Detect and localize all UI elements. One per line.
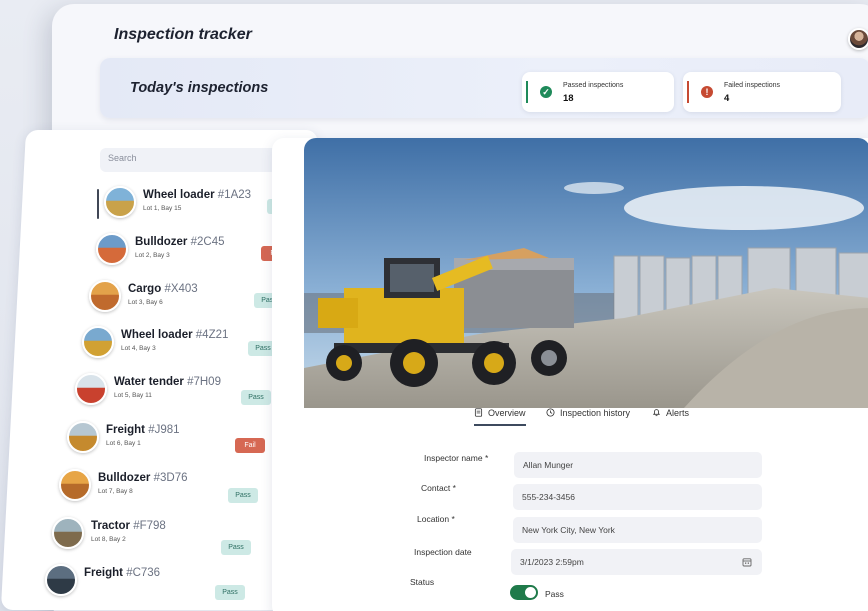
equipment-thumbnail <box>52 517 84 549</box>
tab-overview[interactable]: Overview <box>474 408 526 426</box>
banner-title: Today's inspections <box>130 80 269 96</box>
equipment-name: Bulldozer #3D76 <box>98 472 188 484</box>
equipment-id: #2C45 <box>190 236 225 248</box>
user-avatar[interactable] <box>848 28 868 50</box>
tab-overview-label: Overview <box>488 408 526 418</box>
equipment-id: #1A23 <box>217 189 252 201</box>
alert-circle-icon: ! <box>701 86 713 98</box>
inspector-name-field[interactable]: Allan Munger <box>514 452 762 478</box>
equipment-name: Wheel loader #4Z21 <box>121 329 229 341</box>
passed-accent-bar <box>526 81 528 103</box>
equipment-id: #J981 <box>148 424 180 436</box>
equipment-location: Lot 4, Bay 3 <box>121 345 156 352</box>
location-value: New York City, New York <box>522 525 615 535</box>
failed-label: Failed inspections <box>724 82 781 89</box>
inspector-name-label: Inspector name * <box>424 453 489 463</box>
status-badge: Pass <box>215 585 245 600</box>
equipment-name: Water tender #7H09 <box>114 376 221 388</box>
calendar-icon[interactable] <box>742 557 752 567</box>
equipment-name: Bulldozer #2C45 <box>135 236 225 248</box>
inspector-name-value: Allan Munger <box>523 460 574 470</box>
history-icon <box>546 408 555 417</box>
equipment-location: Lot 3, Bay 6 <box>128 299 163 306</box>
location-field[interactable]: New York City, New York <box>513 517 762 543</box>
failed-count: 4 <box>724 93 730 104</box>
tab-inspection-history-label: Inspection history <box>560 408 631 418</box>
status-toggle[interactable] <box>510 585 538 600</box>
equipment-thumbnail <box>75 373 107 405</box>
status-badge: Pass <box>241 390 271 405</box>
tab-alerts-label: Alerts <box>666 408 690 418</box>
equipment-thumbnail <box>96 233 128 265</box>
toggle-knob <box>525 587 536 598</box>
equipment-name: Wheel loader #1A23 <box>143 189 252 201</box>
passed-count: 18 <box>563 93 574 104</box>
passed-label: Passed inspections <box>563 82 624 89</box>
app-title: Inspection tracker <box>114 26 252 43</box>
equipment-id: #4Z21 <box>195 329 229 341</box>
equipment-thumbnail <box>82 326 114 358</box>
equipment-location: Lot 7, Bay 8 <box>98 488 133 495</box>
search-input[interactable] <box>108 153 268 163</box>
passed-inspections-card: ✓ Passed inspections 18 <box>522 72 674 112</box>
equipment-id: #C736 <box>126 567 161 579</box>
equipment-location: Lot 2, Bay 3 <box>135 252 170 259</box>
equipment-id: #3D76 <box>153 472 188 484</box>
status-label: Status <box>410 577 435 587</box>
equipment-thumbnail <box>67 421 99 453</box>
failed-accent-bar <box>687 81 689 103</box>
contact-field[interactable]: 555-234-3456 <box>513 484 762 510</box>
contact-label: Contact * <box>421 483 456 493</box>
equipment-location: Lot 5, Bay 11 <box>114 392 152 399</box>
tab-alerts[interactable]: Alerts <box>652 408 689 418</box>
contact-value: 555-234-3456 <box>522 492 575 502</box>
inspection-date-value: 3/1/2023 2:59pm <box>520 557 584 567</box>
check-circle-icon: ✓ <box>540 86 552 98</box>
equipment-thumbnail <box>89 280 121 312</box>
tab-inspection-history[interactable]: Inspection history <box>546 408 630 418</box>
equipment-id: #X403 <box>164 283 198 295</box>
equipment-thumbnail <box>45 564 77 596</box>
status-badge: Fail <box>235 438 265 453</box>
location-label: Location * <box>417 514 455 524</box>
equipment-name: Cargo #X403 <box>128 283 198 295</box>
equipment-photo <box>304 138 868 408</box>
status-badge: Pass <box>221 540 251 555</box>
equipment-name: Tractor #F798 <box>91 520 166 532</box>
document-icon <box>474 408 483 417</box>
failed-inspections-card: ! Failed inspections 4 <box>683 72 841 112</box>
bell-icon <box>652 409 661 417</box>
equipment-name: Freight #J981 <box>106 424 180 436</box>
equipment-name: Freight #C736 <box>84 567 161 579</box>
equipment-id: #7H09 <box>187 376 221 388</box>
equipment-thumbnail <box>59 469 91 501</box>
inspection-date-label: Inspection date <box>414 547 472 557</box>
status-value: Pass <box>545 589 564 599</box>
equipment-location: Lot 1, Bay 15 <box>143 205 182 212</box>
equipment-thumbnail <box>104 186 136 218</box>
equipment-location: Lot 6, Bay 1 <box>106 440 141 447</box>
status-badge: Pass <box>228 488 258 503</box>
equipment-id: #F798 <box>133 520 166 532</box>
equipment-location: Lot 8, Bay 2 <box>91 536 126 543</box>
inspection-date-field[interactable]: 3/1/2023 2:59pm <box>511 549 762 575</box>
